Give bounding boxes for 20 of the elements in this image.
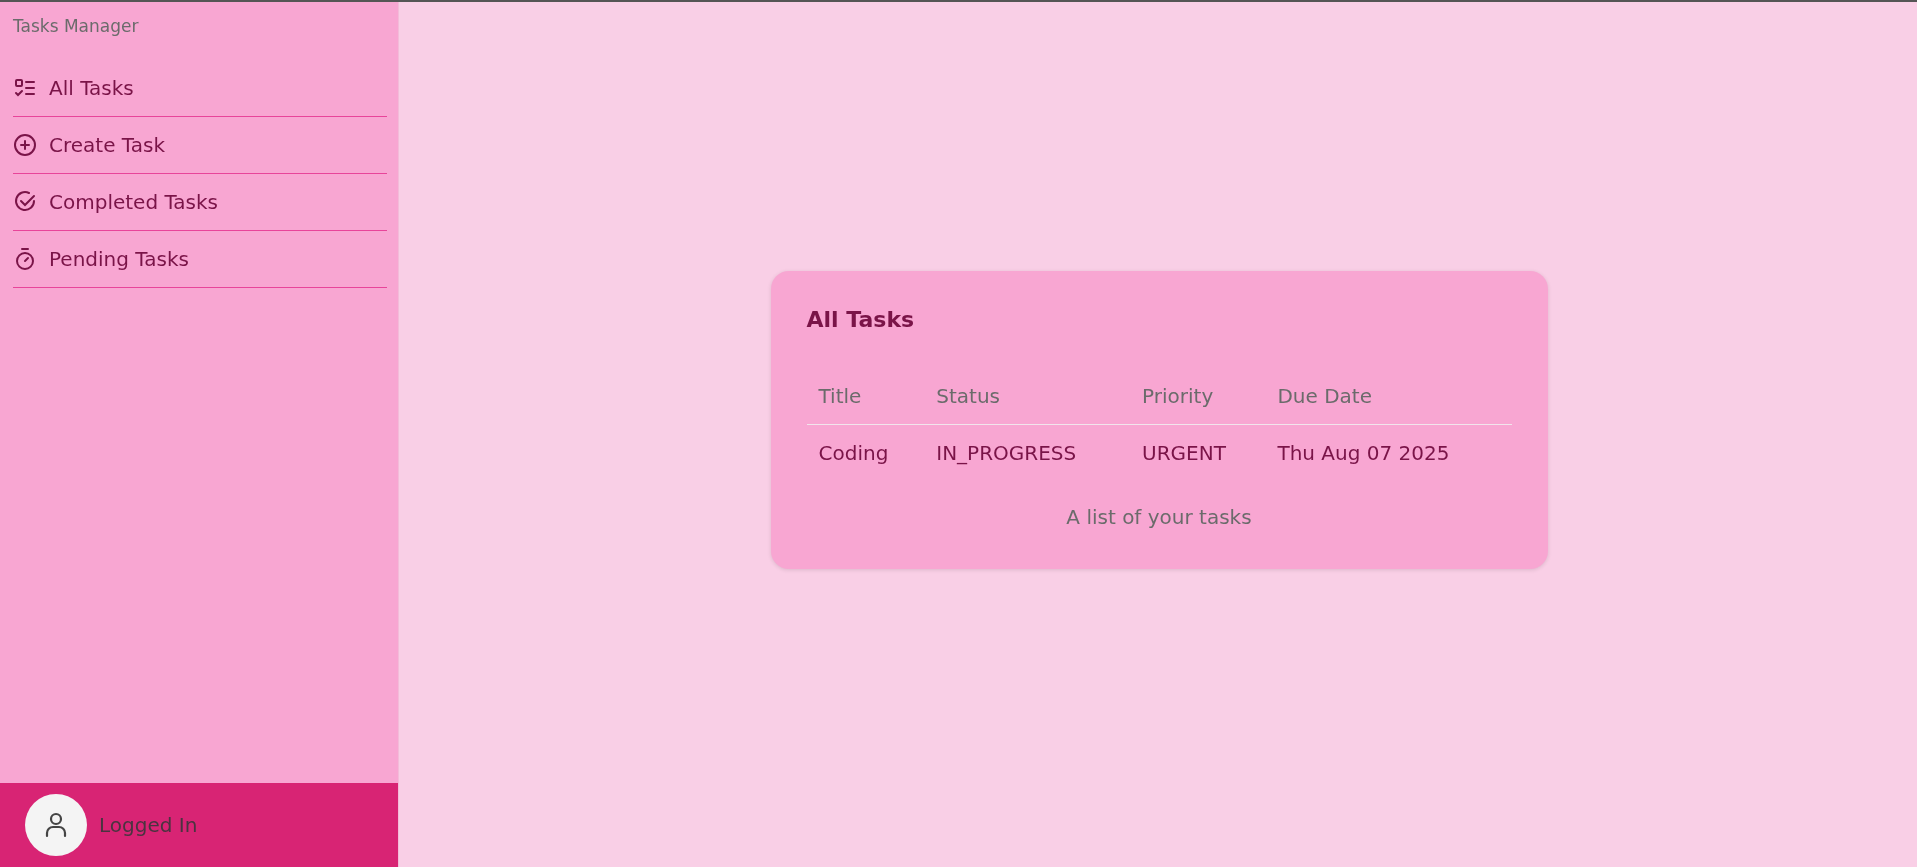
user-icon	[45, 812, 67, 838]
check-circle-icon	[13, 190, 37, 214]
app-title: Tasks Manager	[12, 15, 140, 36]
sidebar-item[interactable]: Create Task	[13, 117, 387, 174]
table-cell: IN_PROGRESS	[924, 424, 1131, 481]
table-cell: Coding	[806, 424, 925, 481]
card-title: All Tasks	[806, 306, 916, 332]
sidebar-item[interactable]: Pending Tasks	[13, 231, 387, 288]
sidebar-item[interactable]: Completed Tasks	[13, 174, 387, 231]
column-header: Title	[806, 367, 925, 424]
plus-circle-icon	[13, 133, 37, 157]
table-caption: A list of your tasks	[1065, 503, 1253, 529]
sidebar-item[interactable]: All Tasks	[13, 60, 387, 117]
column-header: Status	[924, 367, 1131, 424]
column-header: Priority	[1130, 367, 1266, 424]
login-status: Logged In	[99, 813, 198, 837]
timer-icon	[13, 247, 37, 271]
column-header: Due Date	[1265, 367, 1512, 424]
table-cell: Thu Aug 07 2025	[1265, 424, 1512, 481]
table-cell: URGENT	[1130, 424, 1266, 481]
